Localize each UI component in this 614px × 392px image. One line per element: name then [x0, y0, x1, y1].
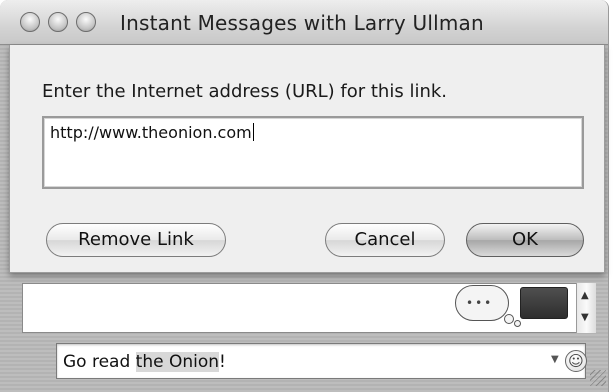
- remove-link-button[interactable]: Remove Link: [46, 223, 226, 257]
- ok-button[interactable]: OK: [466, 223, 584, 257]
- text-caret: [252, 123, 254, 141]
- window-title: Instant Messages with Larry Ullman: [120, 11, 484, 35]
- url-input[interactable]: http://www.theonion.com: [42, 116, 584, 189]
- scroll-up-arrow-icon[interactable]: ▲: [581, 291, 589, 301]
- resize-grip-icon[interactable]: [590, 370, 606, 386]
- link-url-sheet: Enter the Internet address (URL) for thi…: [9, 45, 605, 273]
- scrollbar[interactable]: ▲ ▼: [576, 283, 596, 333]
- close-icon[interactable]: [20, 12, 40, 32]
- url-input-value: http://www.theonion.com: [50, 123, 254, 142]
- scroll-down-arrow-icon[interactable]: ▼: [581, 313, 589, 323]
- chevron-down-icon[interactable]: ▼: [551, 354, 559, 365]
- minimize-icon[interactable]: [48, 12, 68, 32]
- cancel-button[interactable]: Cancel: [325, 223, 445, 257]
- selected-link-text: the Onion: [135, 352, 220, 372]
- typing-bubble-icon: •••: [455, 285, 521, 327]
- message-text: Go read the Onion!: [63, 352, 226, 372]
- message-input[interactable]: Go read the Onion! ▼ ☺: [56, 343, 587, 379]
- url-prompt-label: Enter the Internet address (URL) for thi…: [42, 81, 447, 102]
- buddy-icon: [520, 287, 568, 319]
- zoom-icon[interactable]: [76, 12, 96, 32]
- smiley-icon[interactable]: ☺: [565, 350, 587, 372]
- title-bar: Instant Messages with Larry Ullman: [0, 0, 608, 45]
